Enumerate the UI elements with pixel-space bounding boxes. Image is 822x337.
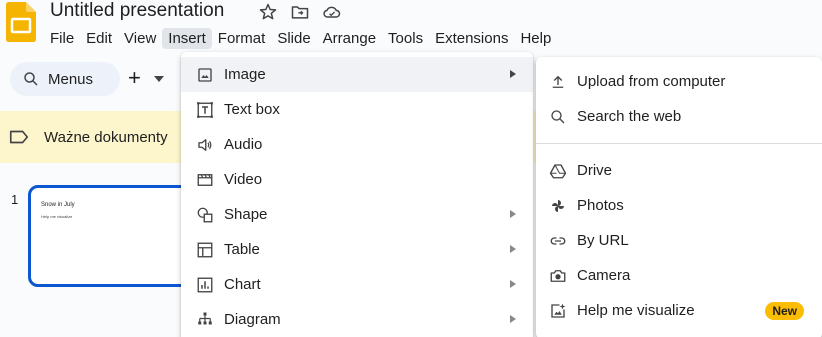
insert-menu-audio[interactable]: Audio [181,127,533,162]
slide-thumbnail[interactable]: Snow in July Help me visualize [28,185,204,287]
menu-file[interactable]: File [44,28,80,49]
menu-separator [536,143,822,144]
insert-menu-video-label: Video [224,171,263,188]
insert-menu-text-box[interactable]: Text box [181,92,533,127]
menu-help[interactable]: Help [514,28,557,49]
upload-icon [552,75,564,88]
cloud-saved-icon[interactable] [322,2,342,22]
new-badge: New [765,302,804,320]
by-url-option-label: By URL [577,232,629,249]
insert-menu-shape-label: Shape [224,206,268,223]
photos-option-label: Photos [577,197,624,214]
slide-thumbnail-title: Snow in July [41,202,75,208]
search-icon [24,72,38,86]
insert-menu-image-label: Image [224,66,266,83]
image-submenu: Upload from computer Search the web Driv… [536,57,822,337]
upload-from-computer-label: Upload from computer [577,73,726,90]
insert-menu-diagram-label: Diagram [224,311,281,328]
drive-icon [549,163,567,178]
drive-option[interactable]: Drive [536,153,822,188]
text-box-icon [197,101,213,118]
insert-menu-diagram[interactable]: Diagram [181,302,533,337]
menu-tools[interactable]: Tools [382,28,429,49]
camera-icon [550,269,566,282]
drive-option-label: Drive [577,162,613,179]
menu-edit[interactable]: Edit [80,28,118,49]
insert-menu-audio-label: Audio [224,136,263,153]
image-icon [198,67,212,82]
submenu-arrow-icon [510,210,516,218]
slides-logo[interactable] [6,2,36,42]
submenu-arrow-icon [510,280,516,288]
slides-logo-icon [6,2,36,42]
menu-view[interactable]: View [118,28,162,49]
submenu-arrow-icon [510,70,516,78]
insert-menu-video[interactable]: Video [181,162,533,197]
slide-thumbnail-subtitle: Help me visualize [41,214,73,219]
menu-arrange[interactable]: Arrange [317,28,382,49]
photos-icon [552,199,564,212]
submenu-arrow-icon [510,315,516,323]
insert-menu-chart-label: Chart [224,276,261,293]
help-me-visualize-option[interactable]: Help me visualize New [536,293,822,328]
audio-icon [198,138,212,151]
insert-menu-table-label: Table [224,241,260,258]
menu-slide[interactable]: Slide [271,28,316,49]
menu-extensions[interactable]: Extensions [429,28,514,49]
insert-menu: Image Text box Audio Video Shape Table C… [181,52,533,337]
link-icon [550,236,566,245]
insert-menu-shape[interactable]: Shape [181,197,533,232]
banner-text: Ważne dokumenty [44,128,168,146]
search-the-web-label: Search the web [577,108,682,125]
video-icon [197,173,213,186]
help-me-visualize-label: Help me visualize [577,302,695,319]
menu-format[interactable]: Format [212,28,272,49]
photos-option[interactable]: Photos [536,188,822,223]
diagram-icon [198,312,212,324]
new-slide-button[interactable]: + [128,67,148,90]
shape-icon [197,207,213,222]
search-the-web[interactable]: Search the web [536,99,822,134]
insert-menu-table[interactable]: Table [181,232,533,267]
sparkle-image-icon [551,303,566,318]
menu-insert[interactable]: Insert [162,27,212,49]
menubar: File Edit View Insert Format Slide Arran… [44,26,557,50]
by-url-option[interactable]: By URL [536,223,822,258]
document-title[interactable]: Untitled presentation [50,0,224,22]
insert-menu-image[interactable]: Image [181,57,533,92]
search-menus-button[interactable]: Menus [10,62,120,96]
chart-icon [197,277,213,292]
slide-number: 1 [11,192,19,207]
move-folder-icon[interactable] [290,2,310,22]
table-icon [197,242,213,257]
camera-option[interactable]: Camera [536,258,822,293]
star-icon[interactable] [258,2,278,22]
insert-menu-text-box-label: Text box [224,101,280,118]
upload-from-computer[interactable]: Upload from computer [536,64,822,99]
chevron-down-icon[interactable] [152,74,166,84]
camera-option-label: Camera [577,267,631,284]
label-icon [9,130,29,144]
submenu-arrow-icon [510,245,516,253]
insert-menu-chart[interactable]: Chart [181,267,533,302]
search-icon [551,109,565,123]
search-menus-label: Menus [48,70,94,88]
